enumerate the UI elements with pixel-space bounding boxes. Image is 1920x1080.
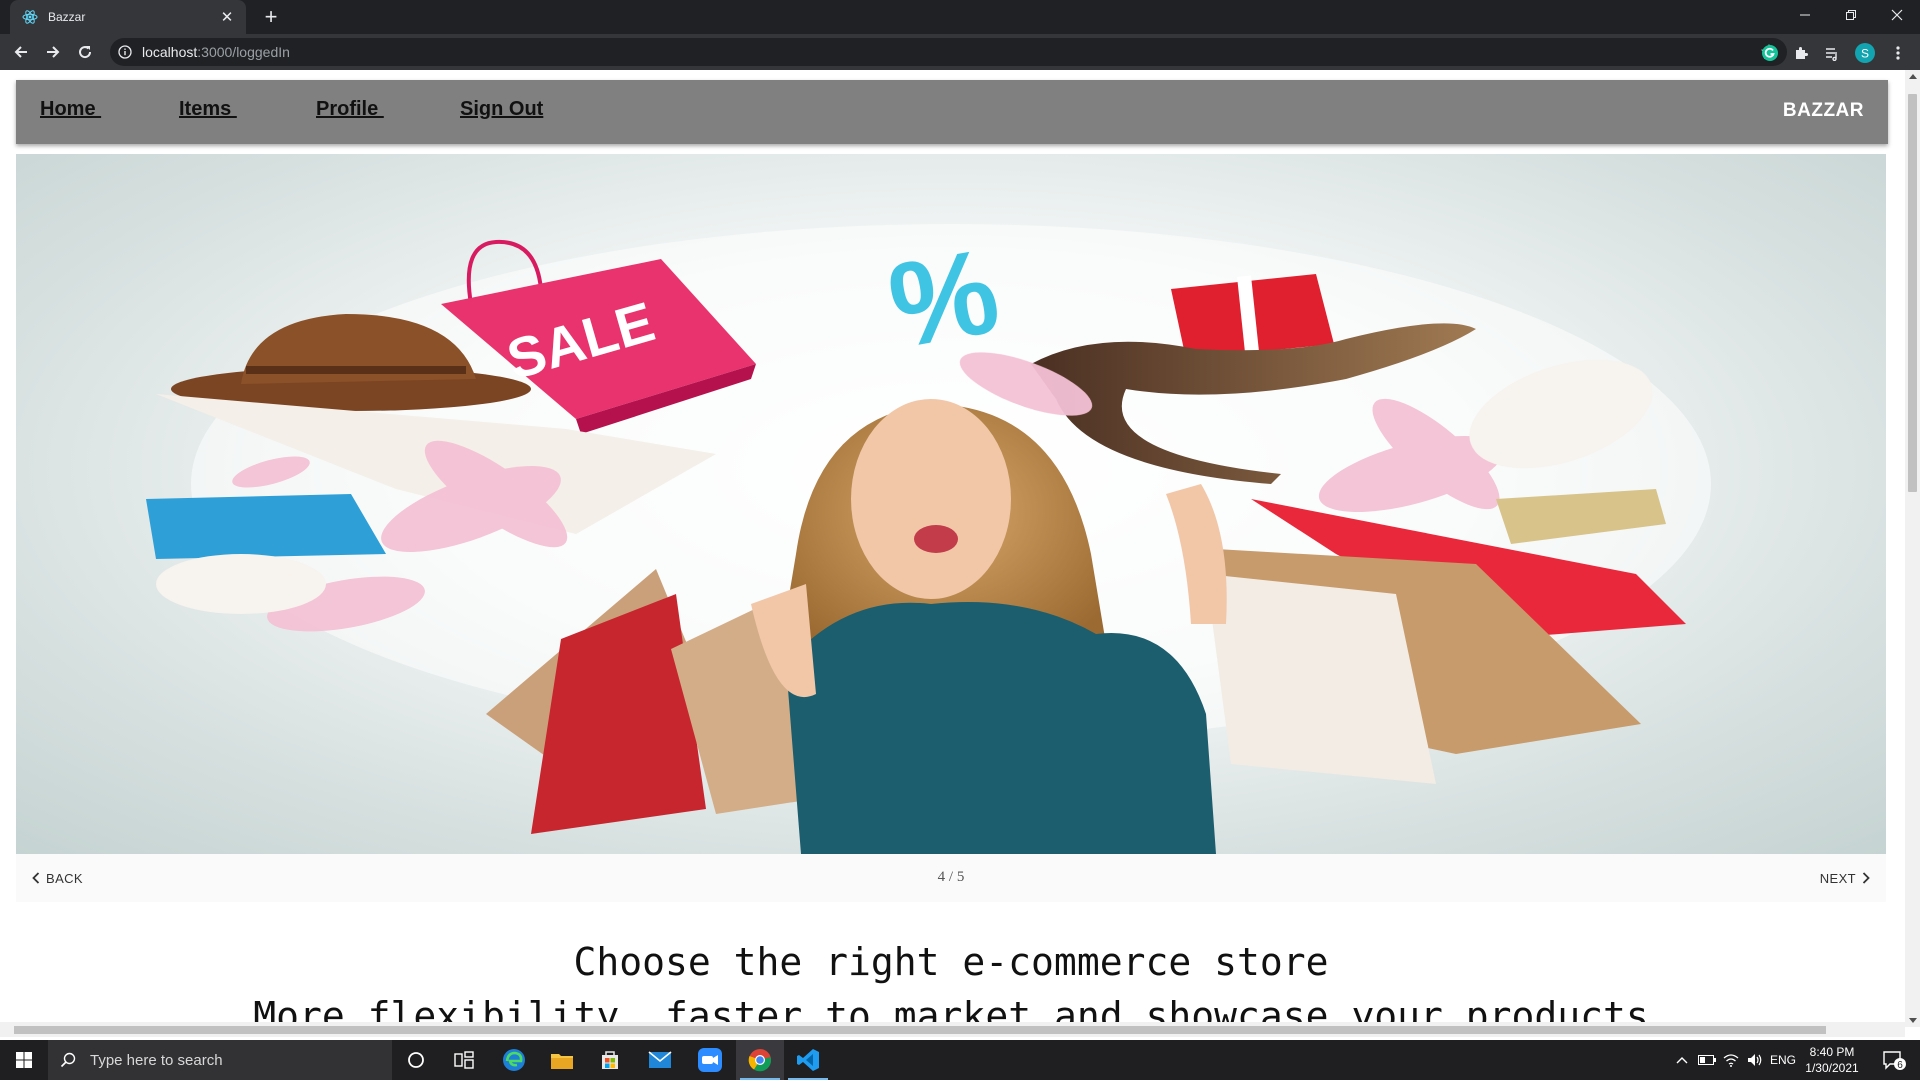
- browser-tab[interactable]: Bazzar ✕: [10, 0, 246, 34]
- horizontal-scroll-thumb[interactable]: [14, 1026, 1826, 1034]
- vertical-scrollbar[interactable]: [1905, 70, 1920, 1027]
- react-favicon-icon: [22, 9, 38, 25]
- close-window-button[interactable]: [1874, 0, 1920, 30]
- vertical-scroll-thumb[interactable]: [1908, 94, 1917, 492]
- wifi-icon[interactable]: [1720, 1040, 1742, 1080]
- mail-icon[interactable]: [636, 1040, 684, 1080]
- new-tab-button[interactable]: +: [258, 4, 284, 30]
- carousel-next-button[interactable]: NEXT: [1820, 866, 1870, 890]
- nav-home-link[interactable]: Home: [40, 98, 101, 121]
- notification-center-icon[interactable]: 6: [1874, 1040, 1914, 1080]
- tab-close-icon[interactable]: ✕: [218, 8, 236, 26]
- windows-start-icon[interactable]: [0, 1040, 48, 1080]
- restore-button[interactable]: [1828, 0, 1874, 30]
- page-headline: Choose the right e-commerce store: [573, 940, 1329, 984]
- forward-arrow-icon[interactable]: [40, 39, 66, 65]
- reload-icon[interactable]: [72, 39, 98, 65]
- language-indicator[interactable]: ENG: [1768, 1040, 1798, 1080]
- zoom-app-icon[interactable]: [686, 1040, 734, 1080]
- blue-bag-icon: [146, 494, 386, 559]
- taskbar-search-box[interactable]: Type here to search: [48, 1040, 392, 1080]
- url-text: localhost:3000/loggedIn: [142, 44, 290, 60]
- site-navbar: Home Items Profile Sign Out BAZZAR: [16, 80, 1888, 144]
- site-info-icon[interactable]: [118, 45, 132, 59]
- search-placeholder: Type here to search: [90, 1051, 223, 1069]
- nav-sign-out-link[interactable]: Sign Out: [460, 98, 543, 121]
- volume-icon[interactable]: [1744, 1040, 1766, 1080]
- back-arrow-icon[interactable]: [8, 39, 34, 65]
- notification-count: 6: [1897, 1060, 1903, 1071]
- file-explorer-icon[interactable]: [538, 1040, 586, 1080]
- clock-time: 8:40 PM: [1809, 1045, 1855, 1059]
- minimize-button[interactable]: [1782, 0, 1828, 30]
- brand-logo-text: BAZZAR: [1782, 100, 1864, 121]
- edge-browser-icon[interactable]: [490, 1040, 538, 1080]
- chrome-browser-icon[interactable]: [736, 1040, 784, 1080]
- carousel-counter: 4 / 5: [937, 869, 965, 885]
- cortana-icon[interactable]: [392, 1040, 440, 1080]
- windows-taskbar: Type here to search ENG 8:40 PM 1/30/202…: [0, 1040, 1920, 1080]
- nav-items-link[interactable]: Items: [179, 98, 237, 121]
- nav-profile-link[interactable]: Profile: [316, 98, 384, 121]
- browser-tab-strip: Bazzar ✕ +: [0, 0, 1920, 34]
- carousel-image: SALE %: [16, 154, 1886, 854]
- next-label: NEXT: [1819, 870, 1856, 886]
- reading-list-icon[interactable]: [1822, 43, 1842, 63]
- chevron-right-icon: [1862, 872, 1870, 884]
- tab-title: Bazzar: [48, 10, 86, 24]
- task-view-icon[interactable]: [440, 1040, 488, 1080]
- svg-text:S: S: [1861, 47, 1869, 61]
- browser-menu-icon[interactable]: [1888, 43, 1908, 63]
- profile-avatar[interactable]: S: [1855, 43, 1875, 63]
- extensions-puzzle-icon[interactable]: [1791, 43, 1811, 63]
- grammarly-extension-icon[interactable]: [1760, 43, 1780, 63]
- microsoft-store-icon[interactable]: [586, 1040, 634, 1080]
- horizontal-scrollbar[interactable]: [0, 1022, 1905, 1037]
- battery-icon[interactable]: [1696, 1040, 1718, 1080]
- carousel-stepper: BACK 4 / 5 NEXT: [16, 854, 1886, 902]
- scroll-up-arrow-icon[interactable]: [1909, 74, 1917, 79]
- gift-box-icon: [1171, 274, 1334, 359]
- page-viewport: Home Items Profile Sign Out BAZZAR SALE …: [0, 70, 1905, 1027]
- address-bar[interactable]: localhost:3000/loggedIn: [110, 38, 1787, 66]
- taskbar-clock[interactable]: 8:40 PM 1/30/2021: [1796, 1044, 1868, 1076]
- shopping-woman-illustration: SALE %: [146, 223, 1711, 854]
- search-icon: [60, 1052, 76, 1068]
- browser-toolbar: localhost:3000/loggedIn S: [0, 34, 1920, 70]
- scroll-down-arrow-icon[interactable]: [1909, 1018, 1917, 1023]
- tray-overflow-chevron-icon[interactable]: [1672, 1040, 1692, 1080]
- vscode-icon[interactable]: [784, 1040, 832, 1080]
- clock-date: 1/30/2021: [1805, 1061, 1859, 1075]
